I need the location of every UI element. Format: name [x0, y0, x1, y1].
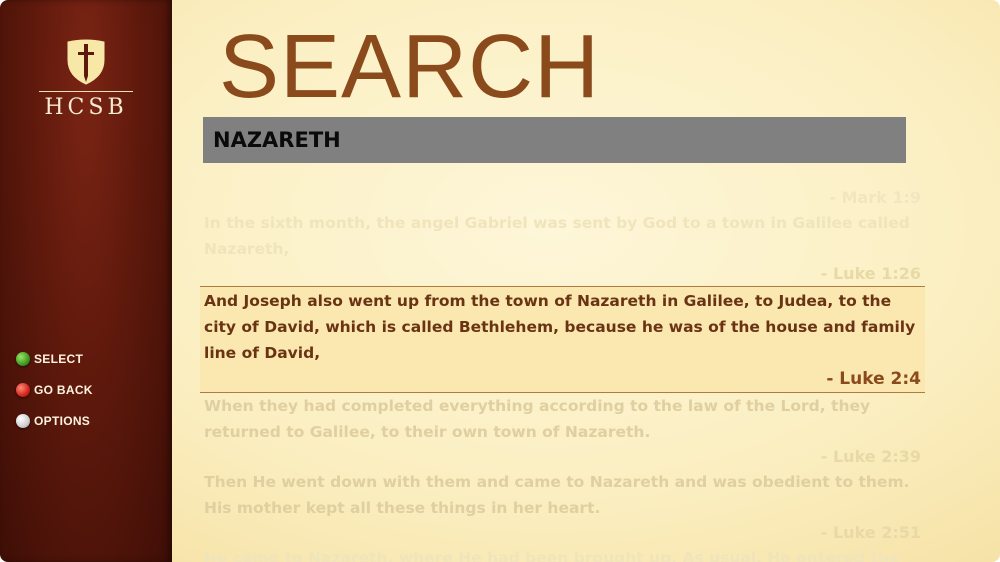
options-label: OPTIONS	[34, 414, 91, 428]
sidebar: HCSB SELECT GO BACK OPTIONS	[0, 0, 172, 562]
go-back-label: GO BACK	[34, 383, 93, 397]
go-back-hint[interactable]: GO BACK	[16, 381, 93, 399]
verse-text: In the sixth month, the angel Gabriel wa…	[204, 214, 910, 258]
verse-text: He came to Nazareth, where He had been b…	[204, 549, 900, 562]
options-hint[interactable]: OPTIONS	[16, 412, 93, 430]
list-item[interactable]: - Mark 1:9 In the sixth month, the angel…	[200, 186, 925, 262]
controller-hints: SELECT GO BACK OPTIONS	[16, 350, 93, 443]
verse-reference: - Luke 1:26	[820, 264, 921, 283]
list-item[interactable]: When they had completed everything accor…	[200, 393, 925, 469]
brand-name: HCSB	[44, 95, 128, 120]
list-item[interactable]: - Luke 1:26	[200, 262, 925, 286]
list-item[interactable]: Then He went down with them and came to …	[200, 469, 925, 545]
verse-reference: - Luke 2:39	[820, 447, 921, 466]
results-list[interactable]: - Mark 1:9 In the sixth month, the angel…	[200, 186, 925, 562]
verse-reference: - Luke 2:51	[820, 523, 921, 542]
list-item-selected[interactable]: And Joseph also went up from the town of…	[200, 286, 925, 393]
verse-reference: - Luke 2:4	[826, 369, 921, 389]
verse-text: And Joseph also went up from the town of…	[204, 292, 916, 362]
list-item[interactable]: He came to Nazareth, where He had been b…	[200, 545, 925, 562]
verse-reference: - Mark 1:9	[829, 188, 921, 207]
menu-button-icon	[16, 414, 30, 428]
page-title: SEARCH	[219, 17, 601, 117]
select-hint[interactable]: SELECT	[16, 350, 93, 368]
hcsb-logo: HCSB	[0, 38, 172, 120]
app-screen: HCSB SELECT GO BACK OPTIONS SEARCH NAZAR…	[0, 0, 1000, 562]
green-a-button-icon	[16, 352, 30, 366]
verse-text: Then He went down with them and came to …	[204, 473, 910, 517]
select-label: SELECT	[34, 352, 84, 366]
logo-divider	[39, 91, 133, 92]
search-input[interactable]: NAZARETH	[203, 117, 906, 163]
red-b-button-icon	[16, 383, 30, 397]
shield-sword-icon	[67, 39, 105, 85]
verse-text: When they had completed everything accor…	[204, 397, 871, 441]
